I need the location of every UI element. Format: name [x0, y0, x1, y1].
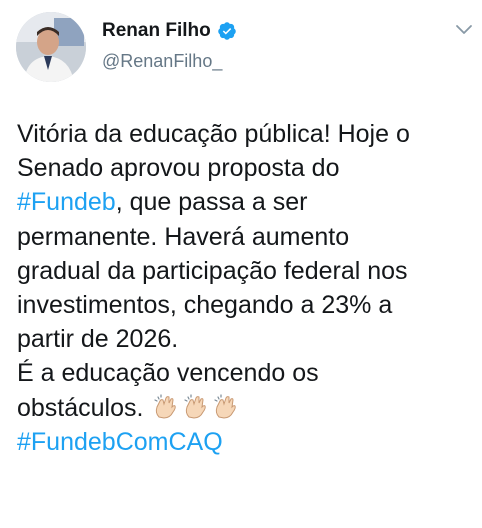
tweet-line: partir de 2026.	[17, 325, 179, 354]
tweet-line: #FundebComCAQ	[17, 425, 477, 459]
tweet-line: permanente. Haverá aumento	[17, 222, 350, 251]
hashtag-link-fundeb[interactable]: #Fundeb	[17, 188, 116, 216]
chevron-down-icon[interactable]	[455, 24, 473, 36]
tweet-line: obstáculos.	[17, 391, 477, 425]
verified-badge-icon	[217, 22, 236, 40]
tweet-text: Vitória da educação pública! Hoje o Sena…	[17, 117, 477, 459]
hashtag-link-fundebcomcaq[interactable]: #FundebComCAQ	[17, 428, 223, 456]
tweet-line: gradual da participação federal nos	[17, 256, 408, 285]
tweet-line: Vitória da educação pública! Hoje o	[17, 120, 410, 148]
display-name[interactable]: Renan Filho	[102, 20, 211, 42]
tweet-line-text: obstáculos.	[17, 393, 144, 422]
handle[interactable]: @RenanFilho_	[102, 50, 222, 72]
clapping-hands-icon	[214, 393, 237, 419]
avatar[interactable]	[16, 12, 86, 82]
tweet-line: Senado aprovou proposta do	[17, 154, 340, 183]
tweet-line: É a educação vencendo os	[17, 359, 319, 388]
tweet-line: investimentos, chegando a 23% a	[17, 290, 393, 319]
name-row: Renan Filho	[102, 20, 237, 42]
clapping-hands-icon	[154, 393, 177, 419]
avatar-photo	[16, 12, 86, 82]
clapping-hands-icon	[184, 393, 207, 419]
tweet-line-text: , que passa a ser	[115, 188, 308, 217]
tweet-line: #Fundeb, que passa a ser	[17, 185, 477, 219]
tweet-header: Renan Filho @RenanFilho_	[0, 0, 482, 100]
